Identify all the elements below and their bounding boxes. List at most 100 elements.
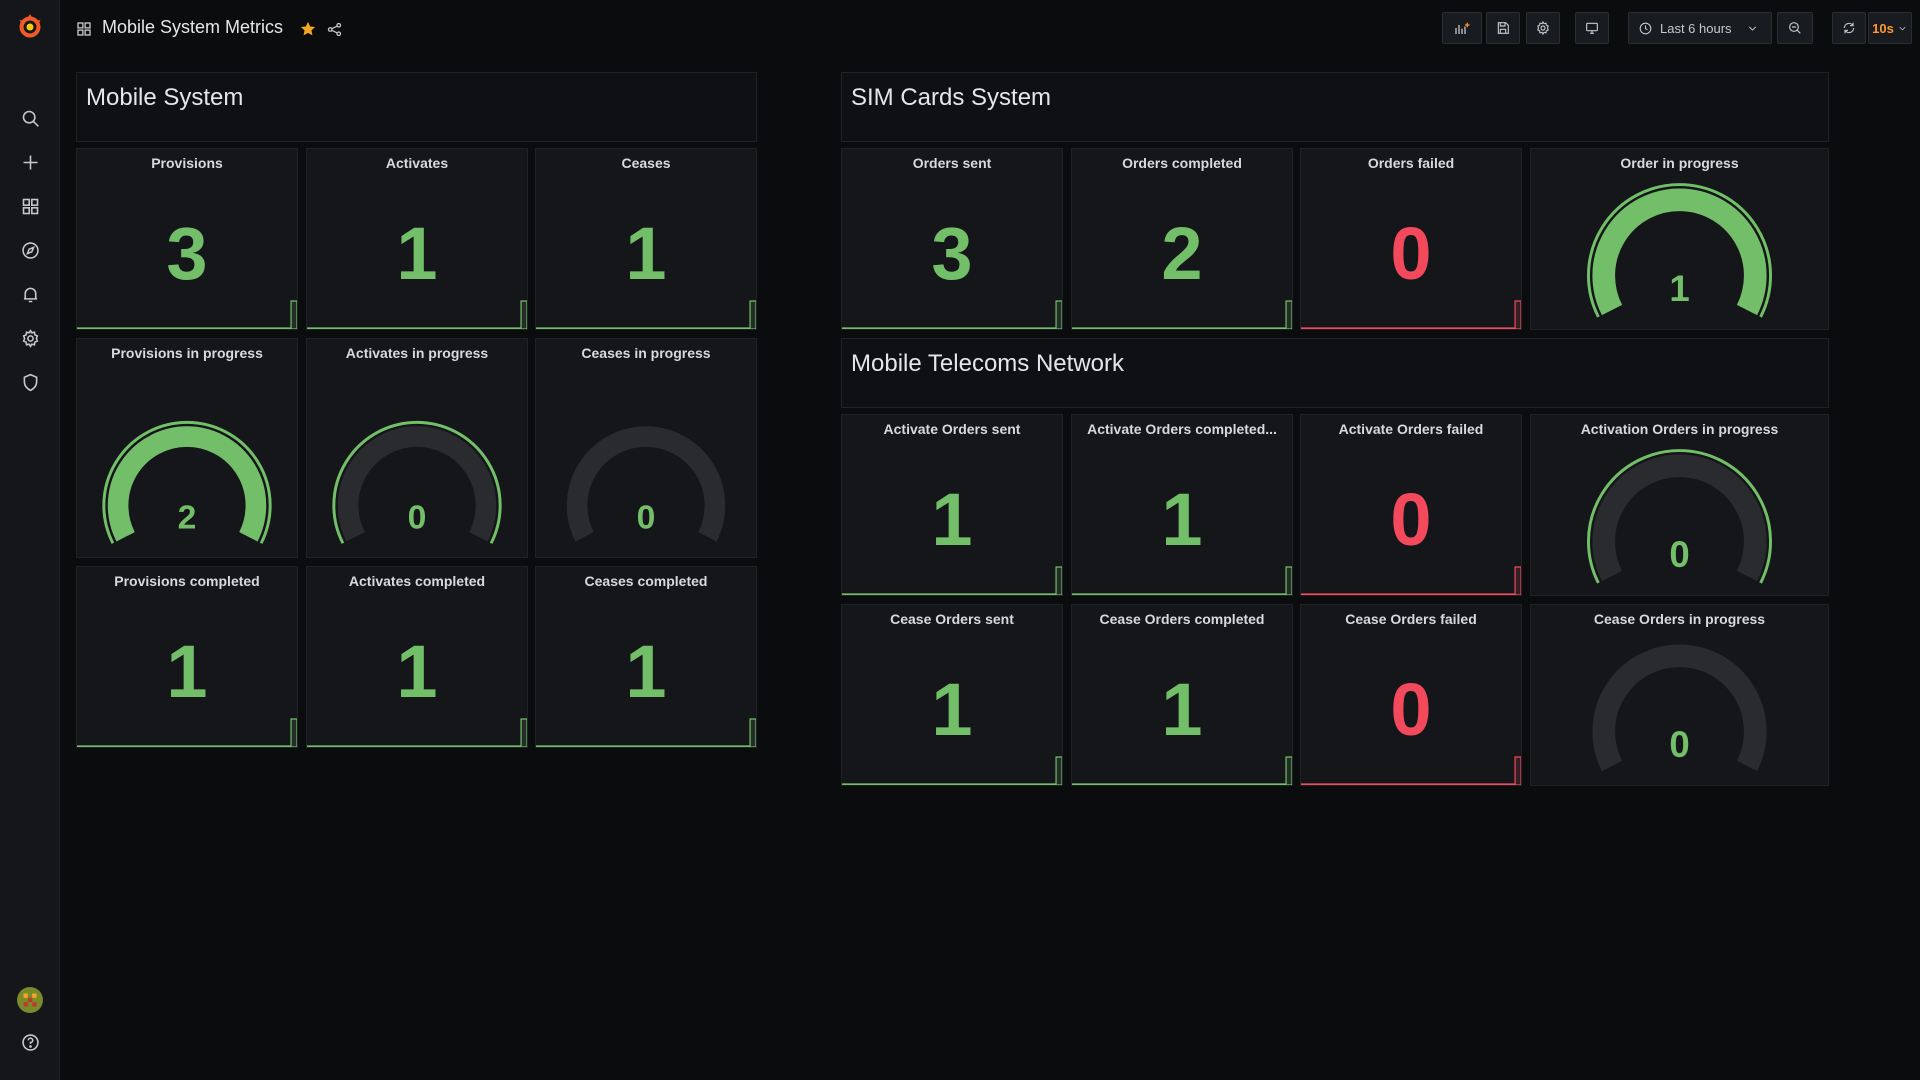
- panel-act-failed[interactable]: Activate Orders failed 0: [1300, 414, 1522, 596]
- panel-ceases-ip[interactable]: Ceases in progress 0: [535, 338, 757, 558]
- configuration-icon[interactable]: [15, 323, 45, 353]
- row-mobile-telecoms-network[interactable]: Mobile Telecoms Network: [841, 338, 1829, 408]
- chevron-down-icon: [1748, 26, 1756, 31]
- panel-act-ip[interactable]: Activation Orders in progress 0: [1530, 414, 1829, 596]
- sparkline: [1072, 566, 1292, 595]
- panel-title[interactable]: Orders failed: [1301, 155, 1521, 171]
- sparkline: [77, 300, 297, 329]
- panel-title[interactable]: Cease Orders completed: [1072, 611, 1292, 627]
- panel-title[interactable]: Ceases: [536, 155, 756, 171]
- gauge: 1: [1587, 183, 1772, 318]
- refresh-button[interactable]: [1832, 12, 1866, 44]
- gauge-value: 0: [637, 500, 656, 537]
- sparkline-area: [842, 756, 1062, 785]
- sparkline: [536, 718, 756, 747]
- panel-title[interactable]: Activate Orders completed...: [1072, 421, 1292, 437]
- explore-icon[interactable]: [15, 235, 45, 265]
- sparkline-area: [1072, 300, 1292, 329]
- sparkline: [1301, 300, 1521, 329]
- panel-title[interactable]: Activate Orders sent: [842, 421, 1062, 437]
- panel-title[interactable]: Provisions completed: [77, 573, 297, 589]
- panel-title[interactable]: Orders sent: [842, 155, 1062, 171]
- sparkline: [842, 300, 1062, 329]
- top-navbar: Mobile System Metrics Last 6 hours 10s: [60, 0, 1920, 58]
- panel-cease-sent[interactable]: Cease Orders sent 1: [841, 604, 1063, 786]
- sparkline-area: [307, 300, 527, 329]
- refresh-interval-picker[interactable]: 10s: [1868, 12, 1912, 44]
- search-icon[interactable]: [15, 103, 45, 133]
- time-range-picker[interactable]: Last 6 hours: [1628, 12, 1772, 44]
- shield-icon[interactable]: [15, 367, 45, 397]
- sparkline: [1072, 756, 1292, 785]
- sparkline-area: [1301, 566, 1521, 595]
- panel-provisions-ip[interactable]: Provisions in progress 2: [76, 338, 298, 558]
- gauge: 0: [332, 420, 502, 544]
- row-mobile-system[interactable]: Mobile System: [76, 72, 757, 142]
- user-avatar[interactable]: [15, 985, 45, 1015]
- sparkline-area: [77, 718, 297, 747]
- panel-cease-failed[interactable]: Cease Orders failed 0: [1300, 604, 1522, 786]
- sparkline-area: [307, 718, 527, 747]
- sparkline-area: [1301, 756, 1521, 785]
- panel-orders-failed[interactable]: Orders failed 0: [1300, 148, 1522, 330]
- gauge-value: 0: [408, 500, 427, 537]
- tv-mode-button[interactable]: [1575, 12, 1609, 44]
- panel-provisions[interactable]: Provisions 3: [76, 148, 298, 330]
- panel-activates[interactable]: Activates 1: [306, 148, 528, 330]
- panel-ceases-done[interactable]: Ceases completed 1: [535, 566, 757, 748]
- gauge-value: 1: [1669, 268, 1689, 309]
- panel-activates-ip[interactable]: Activates in progress 0: [306, 338, 528, 558]
- gauge-value: 0: [1669, 724, 1689, 765]
- panel-title[interactable]: Activate Orders failed: [1301, 421, 1521, 437]
- panel-title[interactable]: Cease Orders failed: [1301, 611, 1521, 627]
- panel-act-completed[interactable]: Activate Orders completed... 1: [1071, 414, 1293, 596]
- sparkline-area: [842, 300, 1062, 329]
- star-icon[interactable]: [297, 18, 319, 40]
- panel-title[interactable]: Ceases completed: [536, 573, 756, 589]
- panel-provisions-done[interactable]: Provisions completed 1: [76, 566, 298, 748]
- dashboards-icon[interactable]: [15, 191, 45, 221]
- save-dashboard-button[interactable]: [1486, 12, 1520, 44]
- plus-icon[interactable]: [15, 147, 45, 177]
- sparkline-area: [77, 300, 297, 329]
- panel-act-sent[interactable]: Activate Orders sent 1: [841, 414, 1063, 596]
- panel-title[interactable]: Activates completed: [307, 573, 527, 589]
- row-sim-cards-system[interactable]: SIM Cards System: [841, 72, 1829, 142]
- dashboard-title[interactable]: Mobile System Metrics: [102, 17, 283, 38]
- grafana-logo-icon[interactable]: [15, 12, 45, 42]
- sparkline-area: [536, 718, 756, 747]
- zoom-out-button[interactable]: [1777, 12, 1813, 44]
- sparkline-area: [536, 300, 756, 329]
- panel-title[interactable]: Activates: [307, 155, 527, 171]
- panel-activates-done[interactable]: Activates completed 1: [306, 566, 528, 748]
- sparkline: [842, 756, 1062, 785]
- dashboard-grid-icon: [73, 18, 95, 40]
- sparkline: [307, 300, 527, 329]
- panel-title[interactable]: Provisions: [77, 155, 297, 171]
- panel-ceases[interactable]: Ceases 1: [535, 148, 757, 330]
- panel-title[interactable]: Cease Orders sent: [842, 611, 1062, 627]
- sparkline-area: [842, 566, 1062, 595]
- panel-orders-sent[interactable]: Orders sent 3: [841, 148, 1063, 330]
- sparkline-area: [1072, 756, 1292, 785]
- chevron-down-icon: [1899, 26, 1906, 30]
- help-icon[interactable]: [15, 1027, 45, 1057]
- panel-title[interactable]: Orders completed: [1072, 155, 1292, 171]
- panel-cease-completed[interactable]: Cease Orders completed 1: [1071, 604, 1293, 786]
- refresh-interval-label: 10s: [1872, 20, 1894, 36]
- sparkline-area: [1072, 566, 1292, 595]
- clock-icon: [1639, 22, 1652, 34]
- gauge: 0: [566, 426, 726, 542]
- alerting-icon[interactable]: [15, 279, 45, 309]
- gauge: 2: [102, 420, 272, 544]
- share-icon[interactable]: [323, 18, 345, 40]
- panel-order-ip[interactable]: Order in progress 1: [1530, 148, 1829, 330]
- panel-cease-ip[interactable]: Cease Orders in progress 0: [1530, 604, 1829, 786]
- sparkline: [1301, 756, 1521, 785]
- sparkline: [1072, 300, 1292, 329]
- panel-orders-completed[interactable]: Orders completed 2: [1071, 148, 1293, 330]
- gauge-value: 2: [178, 500, 197, 537]
- gauge: 0: [1592, 644, 1767, 772]
- dashboard-settings-button[interactable]: [1526, 12, 1560, 44]
- add-panel-button[interactable]: [1442, 12, 1482, 44]
